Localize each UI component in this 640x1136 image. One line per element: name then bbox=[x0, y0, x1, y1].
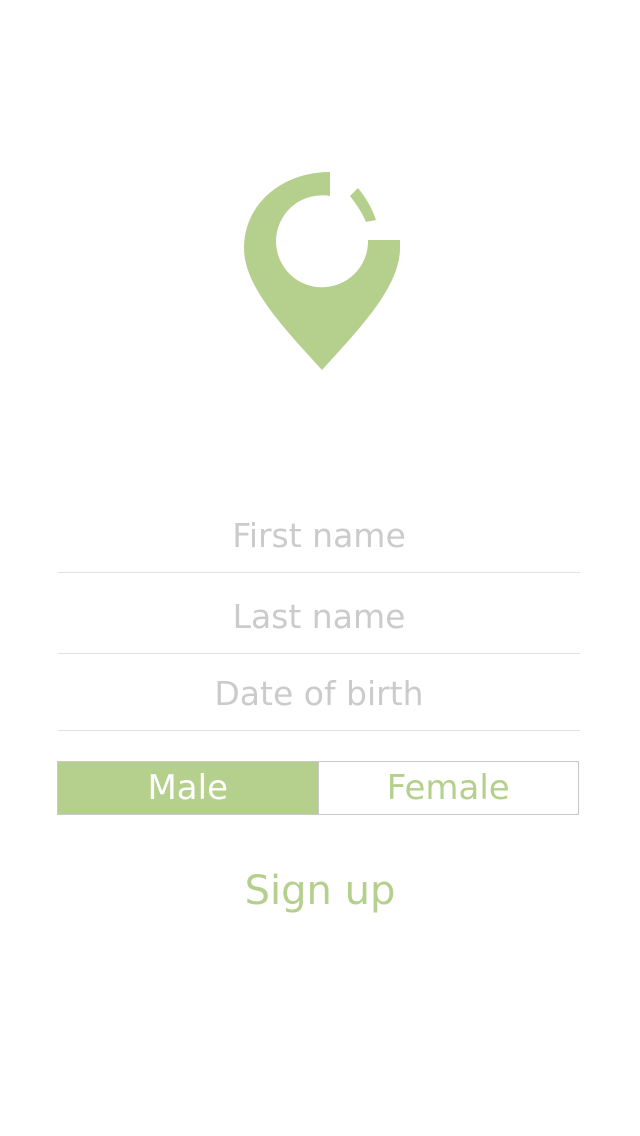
gender-segmented-control: Male Female bbox=[57, 761, 579, 815]
first-name-field[interactable] bbox=[58, 512, 580, 560]
first-name-input[interactable] bbox=[58, 512, 580, 560]
last-name-field[interactable] bbox=[58, 593, 580, 641]
location-pin-logo-icon bbox=[234, 166, 410, 376]
gender-male-option[interactable]: Male bbox=[58, 762, 319, 814]
date-of-birth-field[interactable] bbox=[58, 670, 580, 718]
sign-up-button[interactable]: Sign up bbox=[0, 868, 640, 914]
first-name-divider bbox=[58, 572, 580, 573]
date-of-birth-divider bbox=[58, 730, 580, 731]
gender-female-option[interactable]: Female bbox=[318, 762, 578, 814]
last-name-divider bbox=[58, 653, 580, 654]
last-name-input[interactable] bbox=[58, 593, 580, 641]
date-of-birth-input[interactable] bbox=[58, 670, 580, 718]
